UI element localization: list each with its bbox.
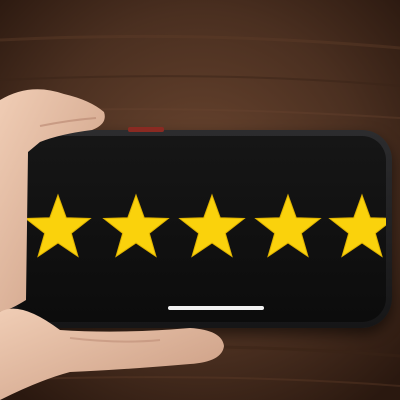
home-indicator (168, 306, 264, 310)
star-icon (178, 193, 246, 258)
phone-side-button (128, 127, 164, 132)
star-icon (328, 193, 386, 258)
phone-screen (16, 136, 386, 322)
smartphone (10, 127, 392, 328)
star-icon (102, 193, 170, 258)
star-icon (24, 193, 92, 258)
photo-scene (0, 0, 400, 400)
star-icon (254, 193, 322, 258)
star-rating (24, 193, 386, 258)
